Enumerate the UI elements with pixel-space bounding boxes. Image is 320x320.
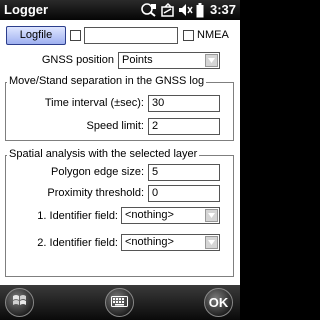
keyboard-button[interactable] [105,288,134,317]
identifier-2-label: 2. Identifier field: [37,237,118,249]
spatial-analysis-title: Spatial analysis with the selected layer [7,148,200,160]
speed-limit-input[interactable]: 2 [148,118,220,135]
identifier-1-value: <nothing> [125,209,174,221]
identifier-1-label: 1. Identifier field: [37,210,118,222]
windows-logo-icon [12,293,27,313]
logfile-path-input[interactable] [84,27,178,44]
ok-button[interactable]: OK [204,288,233,317]
volume-icon[interactable] [177,2,193,18]
battery-icon[interactable] [195,2,205,18]
title-bar: Logger 3:37 [0,0,240,20]
polygon-edge-input[interactable]: 5 [148,164,220,181]
nmea-checkbox[interactable] [183,30,194,41]
gnss-position-value: Points [122,54,153,66]
chevron-down-icon[interactable] [205,54,218,67]
time-interval-input[interactable]: 30 [148,95,220,112]
gnss-position-dropdown[interactable]: Points [118,52,220,69]
polygon-edge-label: Polygon edge size: [51,166,144,178]
window-title: Logger [4,2,49,17]
nmea-label: NMEA [197,29,229,41]
proximity-threshold-input[interactable]: 0 [148,185,220,202]
chevron-down-icon[interactable] [205,209,218,222]
identifier-1-dropdown[interactable]: <nothing> [121,207,220,224]
gps-status-icon[interactable] [140,2,158,18]
gnss-position-label: GNSS position [41,54,114,66]
logfile-button[interactable]: Logfile [6,26,66,45]
form-area: Logfile NMEA GNSS position Points Move/S… [0,20,240,285]
time-interval-label: Time interval (±sec): [44,97,144,109]
logfile-checkbox[interactable] [70,30,81,41]
proximity-threshold-label: Proximity threshold: [47,187,144,199]
connectivity-icon[interactable] [160,2,176,18]
identifier-2-dropdown[interactable]: <nothing> [121,234,220,251]
speed-limit-label: Speed limit: [86,120,144,132]
softkey-bar: OK [0,285,240,320]
start-button[interactable] [5,288,34,317]
identifier-2-value: <nothing> [125,236,174,248]
move-stand-title: Move/Stand separation in the GNSS log [7,75,207,87]
chevron-down-icon[interactable] [205,236,218,249]
clock: 3:37 [209,2,236,17]
keyboard-icon [111,294,128,312]
